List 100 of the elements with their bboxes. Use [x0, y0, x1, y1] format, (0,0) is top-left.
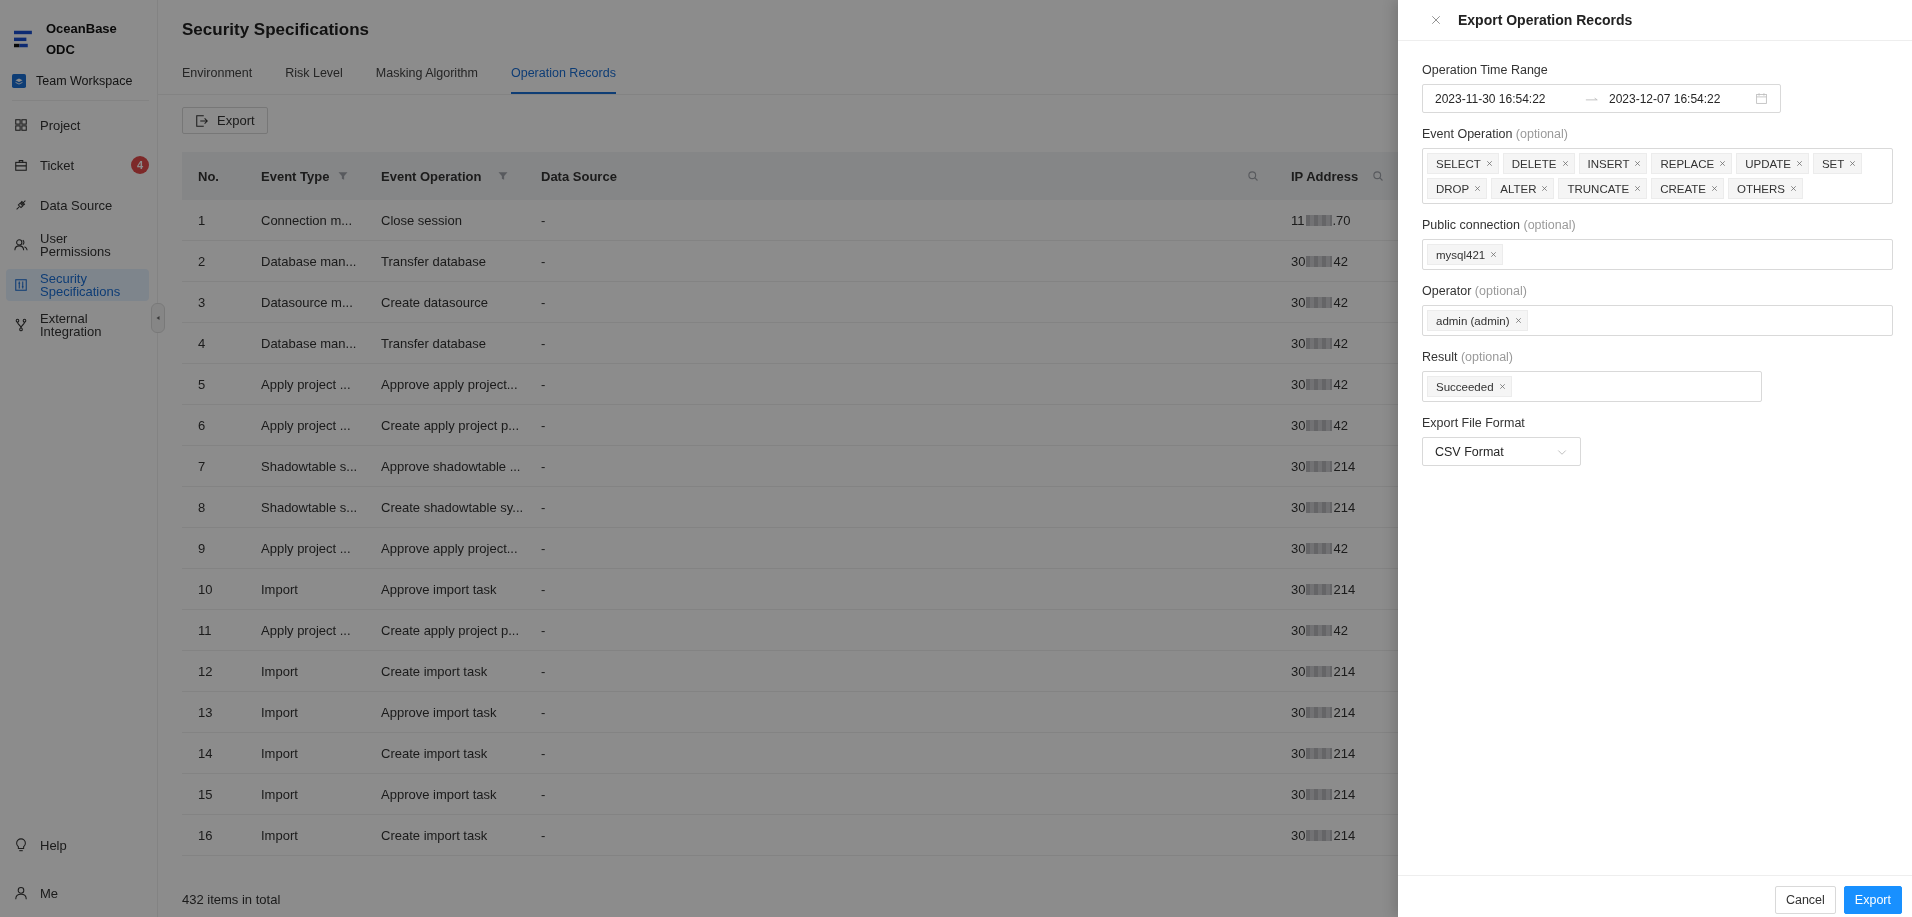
tag: SELECT: [1427, 153, 1499, 174]
close-icon[interactable]: [1484, 159, 1494, 168]
tab[interactable]: Masking Algorithm: [375, 56, 478, 94]
tag: INSERT: [1578, 153, 1648, 174]
plug-icon: [14, 198, 28, 212]
nav-item[interactable]: External Integration: [6, 309, 149, 341]
field-label: Public connection (optional): [1422, 218, 1577, 232]
fork-icon: [14, 318, 28, 332]
nav-item[interactable]: User Permissions: [6, 229, 149, 261]
person-icon: [14, 886, 28, 900]
close-icon[interactable]: [1633, 184, 1643, 193]
close-icon[interactable]: [1718, 159, 1728, 168]
table-cell: Create shadowtable sy...: [381, 499, 524, 515]
table-cell: -: [541, 581, 546, 597]
table-cell: -: [541, 663, 546, 679]
table-cell: -: [541, 253, 546, 269]
tab[interactable]: Risk Level: [285, 56, 343, 94]
tag-select-field[interactable]: admin (admin): [1422, 305, 1893, 336]
filter-icon: [337, 170, 349, 182]
ip-address: 30 214: [1291, 458, 1356, 474]
briefcase-icon: [14, 158, 28, 172]
ip-address: 30 214: [1291, 786, 1356, 802]
ip-address: 30 42: [1291, 540, 1348, 556]
close-icon[interactable]: [1788, 184, 1798, 193]
nav-item[interactable]: Ticket 4: [6, 149, 149, 181]
table-cell: Transfer database: [381, 253, 487, 269]
date-range-field[interactable]: 2023-11-30 16:54:22 2023-12-07 16:54:22: [1422, 84, 1781, 113]
table-cell: Create import task: [381, 827, 488, 843]
page-title: Security Specifications: [182, 20, 370, 39]
table-cell: Database man...: [261, 253, 357, 269]
close-icon[interactable]: [1633, 159, 1643, 168]
table-cell: Import: [261, 663, 298, 679]
nav-item[interactable]: Project: [6, 109, 149, 141]
tag: Succeeded: [1427, 376, 1512, 397]
dialog-button[interactable]: Export: [1843, 886, 1902, 914]
tag-select-field[interactable]: SELECT DELETE INSERT REPLACE UPDATE SET DROP ALTER TRUNCATE CREATE OTHERS: [1422, 148, 1893, 204]
table-cell: 12: [198, 663, 213, 679]
dialog-button[interactable]: Cancel: [1774, 886, 1836, 914]
tag: DROP: [1427, 178, 1488, 199]
tab[interactable]: Operation Records: [511, 56, 616, 94]
nav-item[interactable]: Me: [6, 877, 149, 909]
calendar-icon: [1755, 92, 1768, 105]
select-field[interactable]: CSV Format: [1422, 437, 1581, 466]
tab[interactable]: Environment: [182, 56, 253, 94]
close-icon[interactable]: [1710, 184, 1719, 193]
tag: ALTER: [1491, 178, 1555, 199]
tag: SET: [1812, 153, 1863, 174]
table-cell: -: [541, 335, 546, 351]
table-cell: Database man...: [261, 335, 357, 351]
logo-text: ODC: [46, 42, 76, 57]
close-icon[interactable]: [1560, 159, 1570, 168]
table-cell: -: [541, 417, 546, 433]
table-cell: -: [541, 376, 546, 392]
tag: mysql421: [1427, 244, 1504, 265]
ip-address: 30 214: [1291, 663, 1356, 679]
table-cell: Apply project ...: [261, 376, 351, 392]
close-icon[interactable]: [1513, 316, 1523, 325]
table-cell: Create import task: [381, 745, 488, 761]
tag-select-field[interactable]: Succeeded: [1422, 371, 1762, 402]
tag: UPDATE: [1736, 153, 1809, 174]
table-cell: Create datasource: [381, 294, 488, 310]
table-cell: Approve import task: [381, 786, 497, 802]
table-cell: -: [541, 212, 546, 228]
ip-address: 30 42: [1291, 417, 1348, 433]
close-icon[interactable]: [1473, 184, 1483, 193]
nav-item[interactable]: Security Specifications: [6, 269, 149, 301]
collapse-handle[interactable]: [151, 303, 165, 333]
close-icon[interactable]: [1794, 159, 1804, 168]
workspace-switcher[interactable]: Team Workspace: [36, 74, 133, 88]
table-cell: -: [541, 786, 546, 802]
export-button[interactable]: Export: [182, 107, 268, 134]
close-icon[interactable]: [1540, 184, 1550, 193]
table-cell: Import: [261, 745, 298, 761]
close-icon[interactable]: [1489, 250, 1499, 259]
table-cell: -: [541, 458, 546, 474]
table-cell: Import: [261, 704, 298, 720]
table-cell: 13: [198, 704, 213, 720]
nav-item[interactable]: Help: [6, 829, 149, 861]
close-icon[interactable]: [1848, 159, 1858, 168]
table-cell: 10: [198, 581, 213, 597]
ip-address: 30 214: [1291, 581, 1356, 597]
bulb-icon: [14, 838, 28, 852]
table-cell: -: [541, 622, 546, 638]
table-cell: Import: [261, 827, 298, 843]
ip-address: 30 42: [1291, 294, 1348, 310]
table-cell: 4: [198, 335, 206, 351]
tag: admin (admin): [1427, 310, 1528, 331]
table-cell: Apply project ...: [261, 540, 351, 556]
logo-text: OceanBase: [46, 21, 117, 36]
close-icon[interactable]: [1497, 382, 1507, 391]
close-icon[interactable]: [1430, 14, 1442, 26]
table-cell: -: [541, 704, 546, 720]
nav-item[interactable]: Data Source: [6, 189, 149, 221]
tag-select-field[interactable]: mysql421: [1422, 239, 1893, 270]
tag: DELETE: [1502, 153, 1575, 174]
table-cell: Shadowtable s...: [261, 499, 358, 515]
table-cell: 1: [198, 212, 206, 228]
table-cell: 2: [198, 253, 206, 269]
table-cell: -: [541, 499, 546, 515]
search-icon: [1247, 170, 1259, 182]
